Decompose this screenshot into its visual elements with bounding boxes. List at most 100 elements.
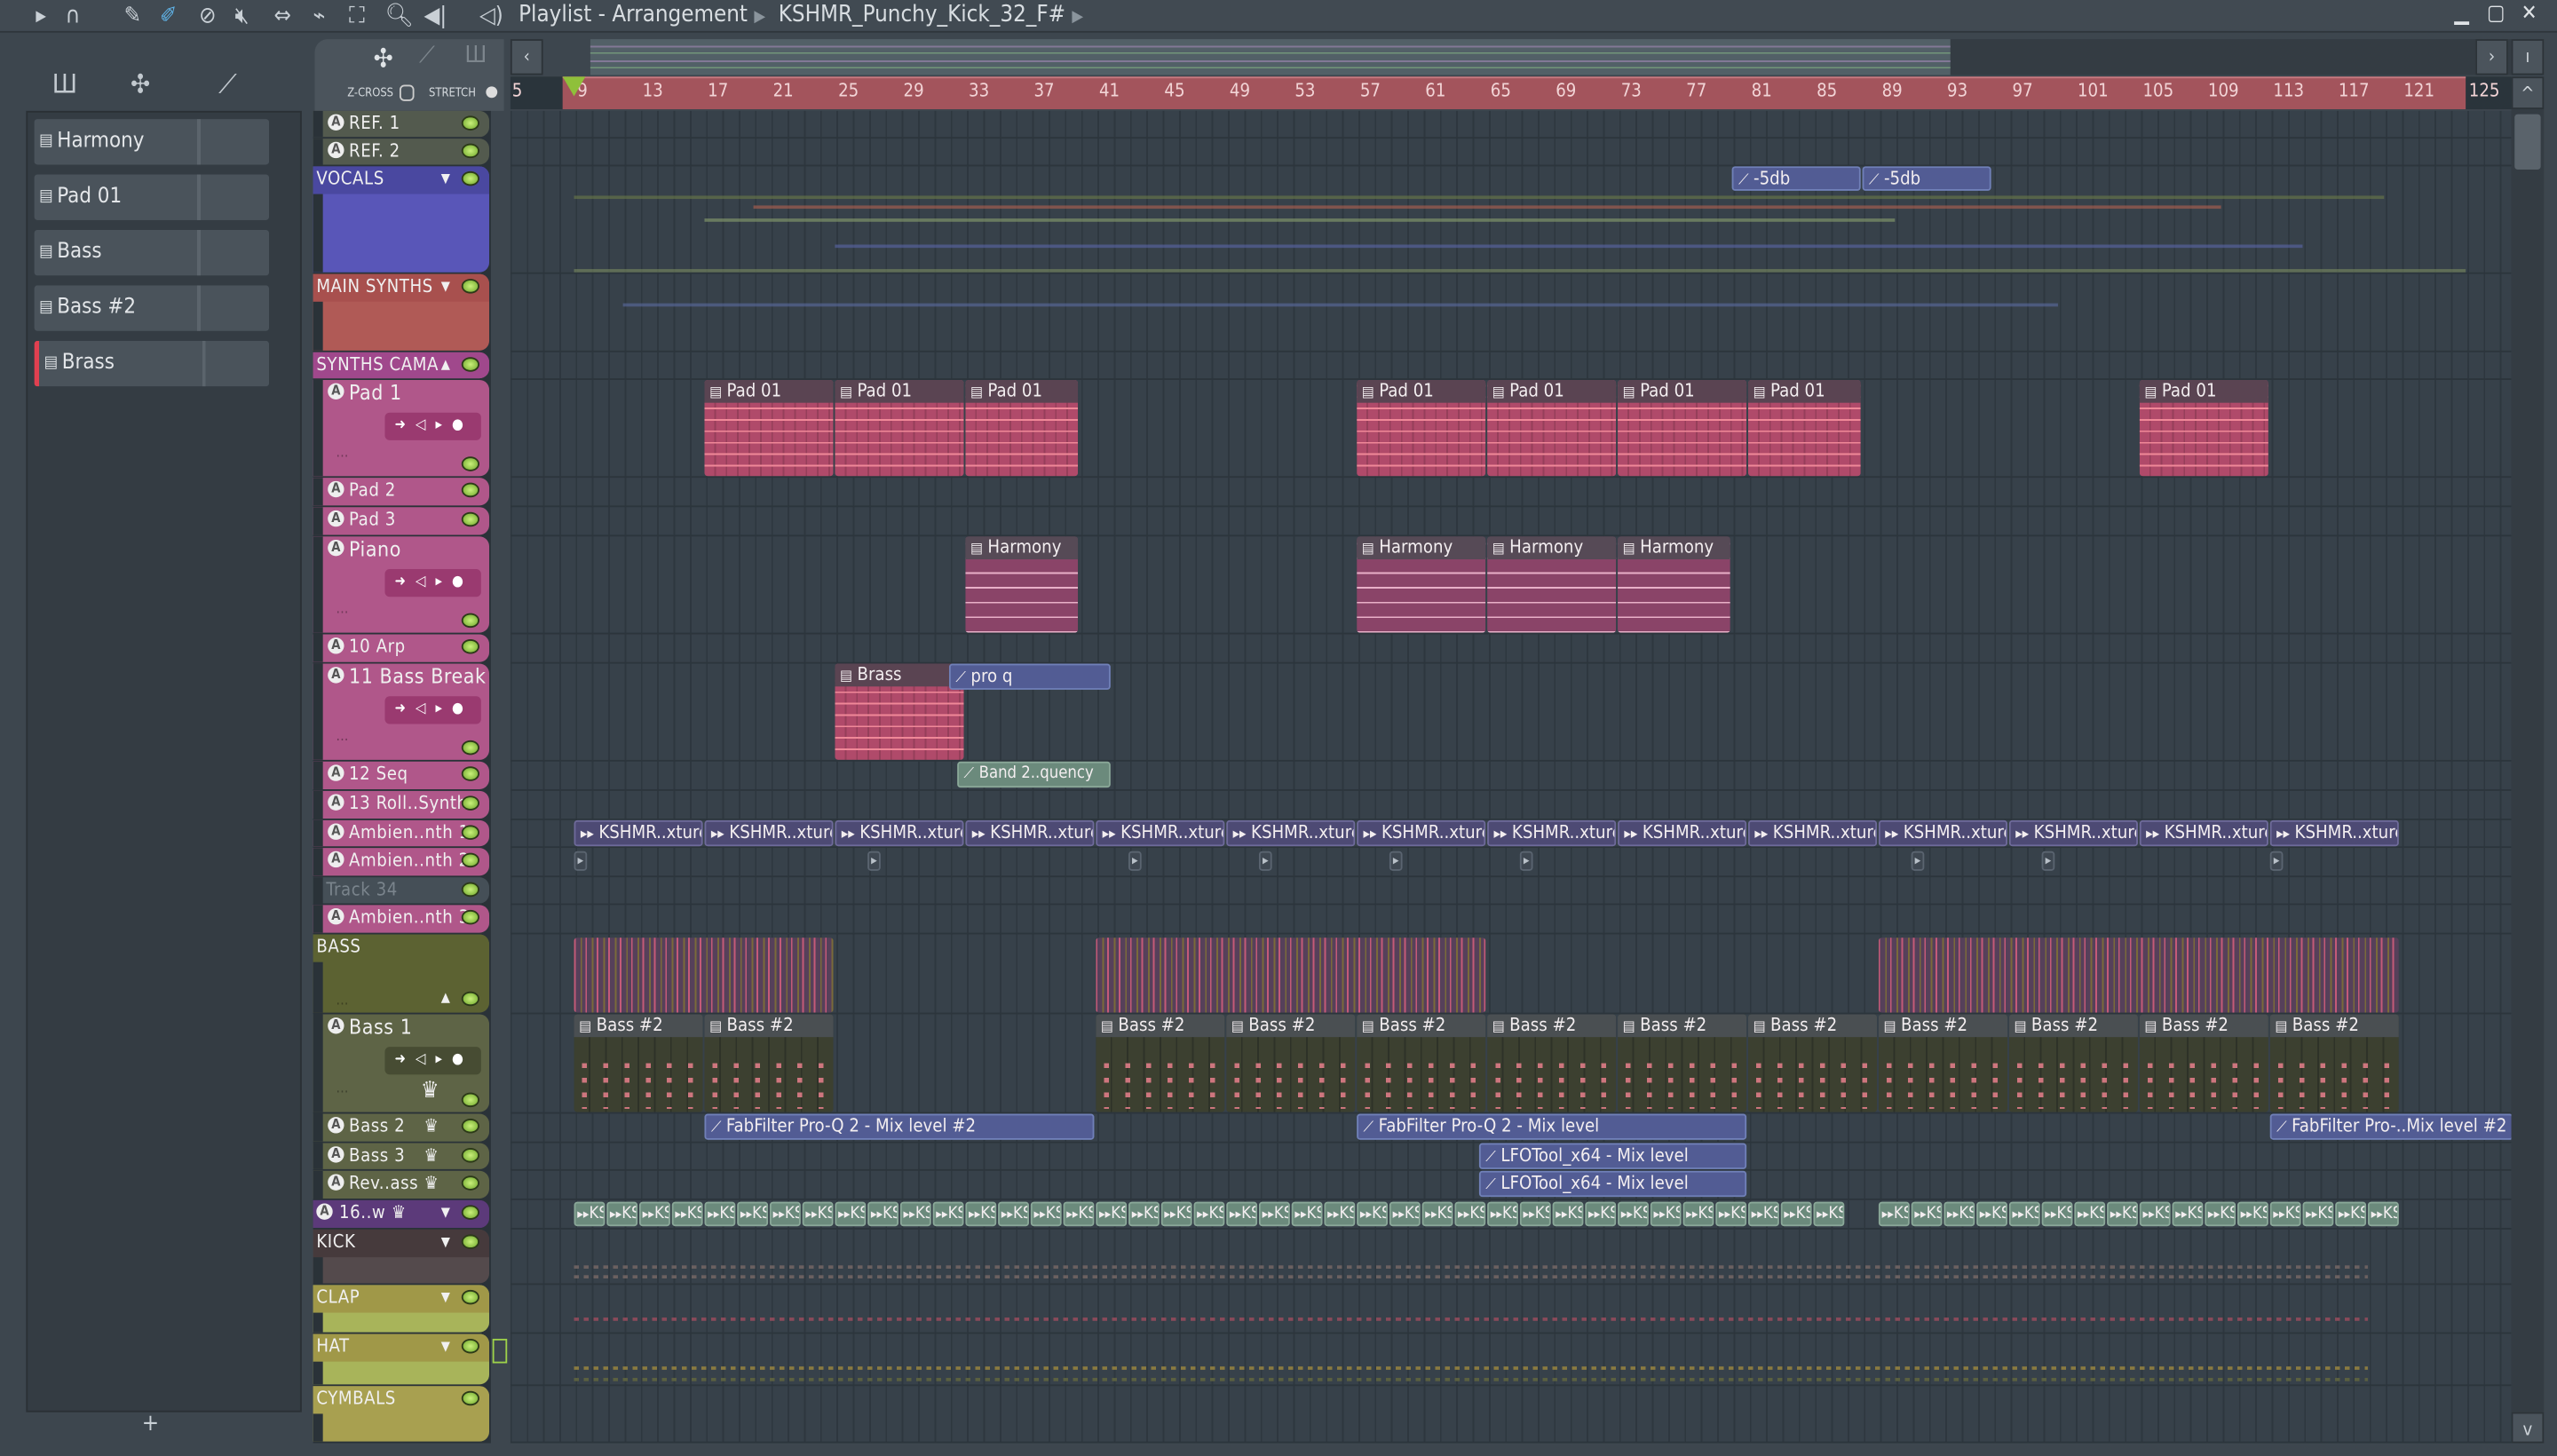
automation-clip[interactable]: ⟋ FabFilter Pro-Q 2 - Mix level #2 xyxy=(704,1113,1095,1140)
track-name[interactable]: Piano xyxy=(349,536,401,561)
browser-item[interactable]: ▤ Bass xyxy=(34,229,270,276)
track-name[interactable]: 11 Bass Break xyxy=(349,664,486,689)
pattern-clip[interactable]: ▤ Harmony xyxy=(1357,536,1486,633)
track-enable-led[interactable] xyxy=(461,613,479,629)
pattern-clip[interactable]: ▤ Bass #2 xyxy=(2269,1014,2399,1112)
browser-item[interactable]: ▤ Brass xyxy=(34,340,270,387)
audio-clip[interactable]: ▸▸ KSHMR..xture xyxy=(2269,819,2399,847)
automation-clip[interactable]: ⟋ pro q xyxy=(948,663,1111,690)
pattern-clip[interactable]: ▤ Pad 01 xyxy=(965,379,1079,477)
track-name[interactable]: Pad 2 xyxy=(349,479,396,501)
audio-clip[interactable]: ▸▸ KSHMR..xture xyxy=(1618,819,1747,847)
audio-clip[interactable]: ▸▸KS..# xyxy=(1780,1201,1812,1227)
pattern-clip[interactable]: ▤ Bass #2 xyxy=(704,1014,834,1112)
audio-clip[interactable]: ▸▸KS..# xyxy=(1324,1201,1356,1227)
automation-clip[interactable]: ⟋ -5db xyxy=(1731,166,1861,191)
pattern-clip[interactable]: ▤ Pad 01 xyxy=(1747,379,1861,477)
audio-clip[interactable]: ▸▸KS..# xyxy=(2205,1201,2236,1227)
more-dots[interactable]: ... xyxy=(336,602,348,618)
input-icon[interactable]: ➜ xyxy=(394,574,416,590)
audio-clip[interactable]: ▸▸KS..# xyxy=(835,1201,867,1227)
audio-clip[interactable]: ▸▸KS..# xyxy=(2302,1201,2334,1227)
collapse-arrow-icon[interactable]: ▲ xyxy=(441,357,450,372)
speaker-icon[interactable]: ◁▸ xyxy=(416,1052,452,1068)
expand-arrow-icon[interactable]: ▼ xyxy=(441,171,450,186)
pattern-clip[interactable]: ▤ Bass #2 xyxy=(1357,1014,1486,1112)
audio-clip[interactable]: ▸▸KS..# xyxy=(1519,1201,1551,1227)
track-header[interactable]: CYMBALS xyxy=(313,1386,490,1442)
track-header[interactable]: A Pad 3 xyxy=(313,507,490,535)
audio-clip[interactable]: ▸▸KS..# xyxy=(1128,1201,1160,1227)
audio-clip[interactable]: ▸▸KS..# xyxy=(1357,1201,1389,1227)
track-header[interactable]: A 11 Bass Break ➜◁▸●... xyxy=(313,663,490,760)
automation-clip[interactable]: ⟋ FabFilter Pro-Q 2 - Mix level xyxy=(1357,1113,1747,1140)
browser-item[interactable]: ▤ Pad 01 xyxy=(34,174,270,220)
audio-clip[interactable]: ▸▸KS..# xyxy=(638,1201,670,1227)
expand-arrow-icon[interactable]: ▼ xyxy=(441,1339,450,1354)
browser-item[interactable]: ▤ Harmony xyxy=(34,119,270,165)
mute-icon[interactable]: 🔇︎ xyxy=(234,2,249,31)
track-enable-led[interactable] xyxy=(461,1205,479,1220)
vertical-scrollbar[interactable] xyxy=(2511,76,2545,1444)
track-name[interactable]: Bass 3 xyxy=(349,1144,405,1166)
audio-clip[interactable]: ▸▸KS..# xyxy=(965,1201,997,1227)
track-name[interactable]: Bass 2 xyxy=(349,1115,405,1136)
automation-icon[interactable]: ⟋ xyxy=(218,68,237,101)
browser-item[interactable]: ▤ Bass #2 xyxy=(34,285,270,331)
track-name[interactable]: Rev..ass xyxy=(349,1173,418,1194)
audio-clip[interactable]: ▸▸KS..# xyxy=(867,1201,899,1227)
track-name[interactable]: 12 Seq xyxy=(349,764,408,785)
playhead-marker[interactable] xyxy=(562,76,586,97)
track-header[interactable]: CLAP ▼ xyxy=(313,1285,490,1333)
audio-clip[interactable]: ▸▸KS..# xyxy=(1421,1201,1453,1227)
track-name[interactable]: REF. 1 xyxy=(349,113,400,134)
audio-clip[interactable]: ▸▸KS..# xyxy=(1943,1201,1975,1227)
pattern-clip[interactable]: ▤ Bass #2 xyxy=(574,1014,703,1112)
pattern-clip[interactable]: ▤ Bass #2 xyxy=(1618,1014,1747,1112)
track-header[interactable]: KICK ▼ xyxy=(313,1229,490,1284)
zoom-handle[interactable]: ı xyxy=(2511,39,2545,75)
audio-clip[interactable]: ▸▸KS..# xyxy=(737,1201,769,1227)
pattern-clip-icon[interactable]: Ш xyxy=(464,43,487,68)
audio-clip[interactable]: ▸▸KS..# xyxy=(1682,1201,1714,1227)
maximize-button[interactable]: ▢ xyxy=(2487,2,2505,27)
track-header[interactable]: A Bass 1 ➜◁▸●... ♛ xyxy=(313,1014,490,1112)
track-enable-led[interactable] xyxy=(461,115,479,131)
pattern-clip[interactable]: ▤ Harmony xyxy=(1618,536,1730,633)
slip-icon[interactable]: ⇔ xyxy=(274,2,291,31)
audio-clip[interactable]: ▸▸KS..# xyxy=(1976,1201,2008,1227)
playback-icon[interactable]: ◀| xyxy=(424,2,447,31)
marker-clip[interactable]: ▸ xyxy=(1911,851,1925,871)
track-name[interactable]: 16..w xyxy=(339,1202,385,1223)
audio-clip[interactable]: ▸▸ KSHMR..xture xyxy=(835,819,964,847)
track-name[interactable]: Ambien..nth 1 xyxy=(349,822,470,843)
speaker-icon[interactable]: ◁▸ xyxy=(416,574,452,590)
pattern-clip[interactable]: ⟋ Band 2..quency xyxy=(957,761,1111,788)
track-name[interactable]: HAT xyxy=(316,1335,349,1357)
pattern-clip[interactable]: ▤ Pad 01 xyxy=(1618,379,1747,477)
more-dots[interactable]: ... xyxy=(336,993,348,1009)
scroll-right-button[interactable]: › xyxy=(2475,39,2508,75)
audio-clip[interactable]: ▸▸ KSHMR..xture xyxy=(1878,819,2008,847)
audio-clip[interactable]: ▸▸KS..# xyxy=(1291,1201,1323,1227)
track-enable-led[interactable] xyxy=(461,991,479,1007)
input-icon[interactable]: ➜ xyxy=(394,1052,416,1068)
select-icon[interactable]: ⛶ xyxy=(349,2,365,31)
expand-arrow-icon[interactable]: ▼ xyxy=(441,1290,450,1305)
track-enable-led[interactable] xyxy=(461,852,479,868)
track-name[interactable]: Ambien..nth 3 xyxy=(349,906,470,928)
track-name[interactable]: Track 34 xyxy=(326,879,398,900)
scroll-left-button[interactable]: ‹ xyxy=(510,39,543,75)
marker-clip[interactable]: ▸ xyxy=(2041,851,2055,871)
pattern-clip[interactable]: ▤ Pad 01 xyxy=(704,379,834,477)
record-dot-icon[interactable]: ● xyxy=(452,1052,473,1068)
pattern-clip[interactable]: ▤ Bass #2 xyxy=(1096,1014,1225,1112)
track-header[interactable]: A Bass 2 ♛ xyxy=(313,1113,490,1142)
track-header[interactable]: A Ambien..nth 1 xyxy=(313,819,490,847)
audio-clip[interactable]: ▸▸ KSHMR..xture xyxy=(1226,819,1356,847)
automation-clip[interactable]: ⟋ LFOTool_x64 - Mix level xyxy=(1478,1143,1747,1169)
audio-clip[interactable]: ▸▸KS..# xyxy=(2172,1201,2204,1227)
audio-clip[interactable]: ▸▸KS..# xyxy=(1747,1201,1779,1227)
track-header[interactable]: Track 34 xyxy=(313,877,490,904)
audio-clip[interactable]: ▸▸ KSHMR..xture xyxy=(965,819,1095,847)
